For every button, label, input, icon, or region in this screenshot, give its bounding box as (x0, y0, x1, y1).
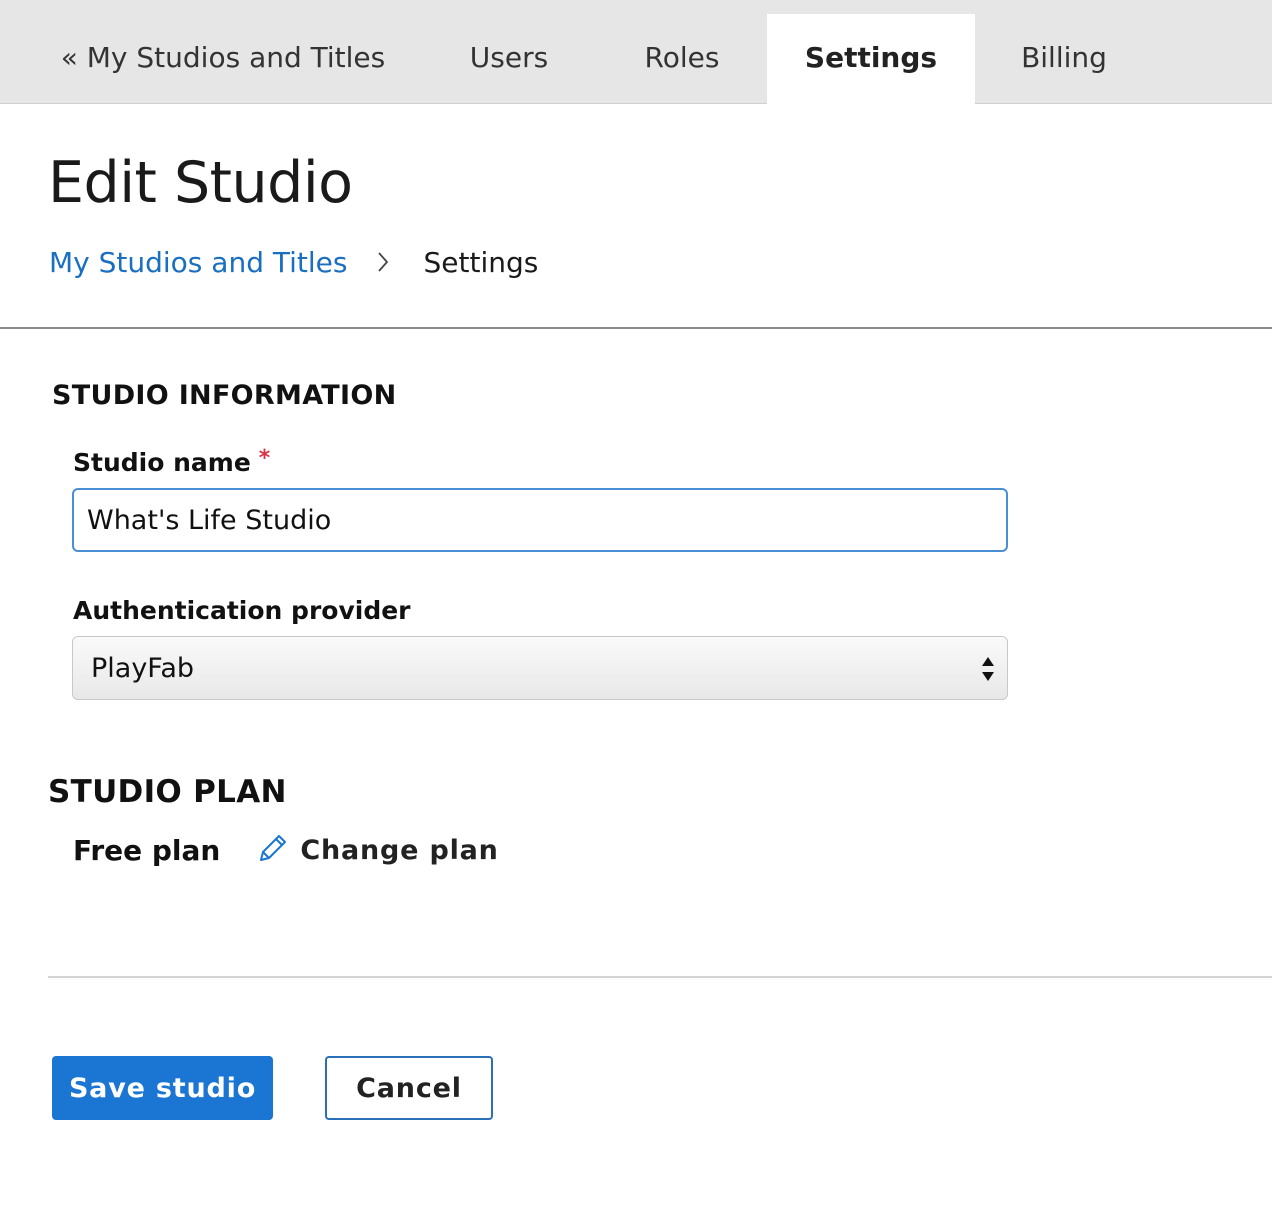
studio-name-label: Studio name * (73, 446, 271, 477)
studio-information-heading: STUDIO INFORMATION (52, 380, 397, 411)
required-asterisk: * (258, 446, 271, 471)
breadcrumb-link-my-studios[interactable]: My Studios and Titles (49, 246, 347, 279)
page-title: Edit Studio (48, 150, 353, 216)
tab-label: « My Studios and Titles (60, 40, 386, 74)
tab-my-studios-and-titles[interactable]: « My Studios and Titles (50, 14, 396, 104)
cancel-button[interactable]: Cancel (325, 1056, 493, 1120)
tab-settings[interactable]: Settings (767, 14, 975, 104)
studio-plan-row: Free plan Change plan (73, 828, 499, 872)
select-updown-arrows-icon (981, 655, 995, 690)
tab-label: Users (469, 40, 549, 74)
change-plan-label: Change plan (300, 834, 499, 866)
save-studio-button[interactable]: Save studio (52, 1056, 273, 1120)
tab-label: Settings (804, 40, 938, 74)
studio-name-label-text: Studio name (73, 448, 251, 477)
pencil-icon (258, 833, 288, 867)
studio-plan-heading: STUDIO PLAN (48, 774, 287, 810)
auth-provider-selected-value: PlayFab (91, 652, 195, 684)
tab-label: Billing (1021, 40, 1107, 74)
breadcrumb: My Studios and Titles Settings (49, 240, 538, 284)
footer-divider (48, 976, 1272, 978)
header-divider (0, 327, 1272, 329)
auth-provider-label: Authentication provider (73, 596, 411, 625)
tab-label: Roles (644, 40, 720, 74)
tab-roles[interactable]: Roles (612, 14, 752, 104)
tab-billing[interactable]: Billing (990, 14, 1138, 104)
chevron-right-icon (377, 251, 389, 273)
tab-users[interactable]: Users (440, 14, 578, 104)
current-plan-name: Free plan (73, 833, 221, 867)
top-tab-bar: « My Studios and Titles Users Roles Sett… (0, 0, 1272, 104)
auth-provider-select[interactable]: PlayFab (72, 636, 1008, 700)
change-plan-link[interactable]: Change plan (258, 833, 498, 867)
studio-name-input[interactable] (72, 488, 1008, 552)
breadcrumb-current: Settings (423, 245, 539, 279)
